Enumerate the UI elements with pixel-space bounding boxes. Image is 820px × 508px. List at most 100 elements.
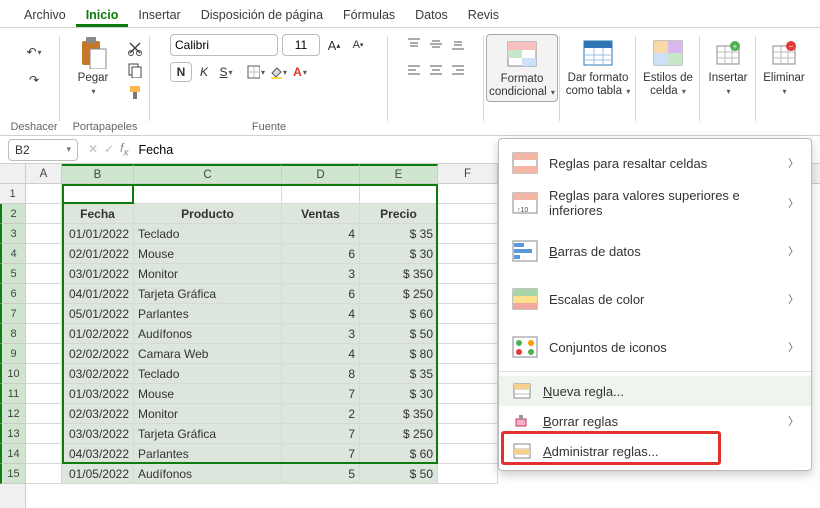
cell[interactable]: $ 50 bbox=[360, 324, 438, 344]
fill-color-button[interactable]: ▾ bbox=[268, 62, 288, 82]
cell[interactable]: 01/03/2022 bbox=[62, 384, 134, 404]
col-header[interactable]: E bbox=[360, 164, 438, 183]
cell[interactable]: $ 350 bbox=[360, 404, 438, 424]
cell-styles-button[interactable]: Estilos de celda ▾ bbox=[638, 34, 698, 100]
insert-cells-button[interactable]: + Insertar▾ bbox=[703, 34, 753, 100]
fx-button[interactable]: fx bbox=[120, 141, 128, 158]
paste-button[interactable]: Pegar▾ bbox=[65, 34, 121, 100]
cell[interactable]: $ 50 bbox=[360, 464, 438, 484]
delete-cells-button[interactable]: − Eliminar▾ bbox=[759, 34, 809, 100]
row-header[interactable]: 4 bbox=[0, 244, 25, 264]
row-header[interactable]: 11 bbox=[0, 384, 25, 404]
bold-button[interactable]: N bbox=[170, 62, 192, 82]
cell[interactable]: 04/01/2022 bbox=[62, 284, 134, 304]
cell[interactable]: 01/02/2022 bbox=[62, 324, 134, 344]
cell[interactable]: 7 bbox=[282, 424, 360, 444]
menu-highlight-rules[interactable]: Reglas para resaltar celdas〉 bbox=[499, 143, 811, 183]
cell[interactable]: 05/01/2022 bbox=[62, 304, 134, 324]
cell[interactable]: 03/01/2022 bbox=[62, 264, 134, 284]
cell[interactable]: 02/03/2022 bbox=[62, 404, 134, 424]
cell[interactable]: Mouse bbox=[134, 244, 282, 264]
cell[interactable]: Ventas bbox=[282, 204, 360, 224]
conditional-format-button[interactable]: Formato condicional ▾ bbox=[486, 34, 558, 102]
row-header[interactable]: 7 bbox=[0, 304, 25, 324]
undo-button[interactable]: ↶▾ bbox=[22, 40, 46, 64]
cell[interactable]: 6 bbox=[282, 244, 360, 264]
format-painter-button[interactable] bbox=[125, 82, 145, 102]
tab-formulas[interactable]: Fórmulas bbox=[333, 4, 405, 27]
row-header[interactable]: 10 bbox=[0, 364, 25, 384]
increase-font-button[interactable]: A▴ bbox=[324, 35, 344, 55]
menu-top-bottom-rules[interactable]: ↑10 Reglas para valores superiores e inf… bbox=[499, 183, 811, 223]
cell[interactable]: 01/01/2022 bbox=[62, 224, 134, 244]
font-size-select[interactable] bbox=[282, 34, 320, 56]
row-header[interactable]: 2 bbox=[0, 204, 25, 224]
align-left-button[interactable] bbox=[404, 60, 424, 80]
borders-button[interactable]: ▾ bbox=[246, 62, 266, 82]
menu-manage-rules[interactable]: Administrar reglas...Administrar reglas.… bbox=[499, 436, 811, 466]
cell[interactable]: Audífonos bbox=[134, 324, 282, 344]
underline-button[interactable]: S▾ bbox=[216, 62, 236, 82]
col-header[interactable]: F bbox=[438, 164, 498, 183]
cell[interactable]: 3 bbox=[282, 264, 360, 284]
menu-icon-sets[interactable]: Conjuntos de iconos〉 bbox=[499, 327, 811, 367]
copy-button[interactable] bbox=[125, 60, 145, 80]
align-center-button[interactable] bbox=[426, 60, 446, 80]
cell[interactable]: 4 bbox=[282, 344, 360, 364]
italic-button[interactable]: K bbox=[194, 62, 214, 82]
cell[interactable]: Fecha bbox=[62, 204, 134, 224]
tab-disposicion[interactable]: Disposición de página bbox=[191, 4, 333, 27]
tab-inicio[interactable]: Inicio bbox=[76, 4, 129, 27]
cell[interactable]: Teclado bbox=[134, 364, 282, 384]
cell[interactable]: $ 60 bbox=[360, 444, 438, 464]
cell[interactable]: $ 350 bbox=[360, 264, 438, 284]
decrease-font-button[interactable]: A▾ bbox=[348, 35, 368, 55]
tab-datos[interactable]: Datos bbox=[405, 4, 458, 27]
cell[interactable]: Camara Web bbox=[134, 344, 282, 364]
row-header[interactable]: 5 bbox=[0, 264, 25, 284]
cell[interactable]: $ 30 bbox=[360, 244, 438, 264]
cancel-formula-button[interactable]: ✕ bbox=[88, 142, 98, 156]
cell[interactable]: 8 bbox=[282, 364, 360, 384]
row-header[interactable]: 9 bbox=[0, 344, 25, 364]
cell[interactable]: 7 bbox=[282, 384, 360, 404]
cell[interactable]: Monitor bbox=[134, 264, 282, 284]
row-header[interactable]: 1 bbox=[0, 184, 25, 204]
align-bottom-button[interactable] bbox=[448, 34, 468, 54]
cell[interactable]: $ 80 bbox=[360, 344, 438, 364]
cell[interactable]: 03/03/2022 bbox=[62, 424, 134, 444]
row-header[interactable]: 3 bbox=[0, 224, 25, 244]
cell[interactable]: Parlantes bbox=[134, 444, 282, 464]
cell[interactable]: Mouse bbox=[134, 384, 282, 404]
font-color-button[interactable]: A▾ bbox=[290, 62, 310, 82]
cell[interactable]: $ 60 bbox=[360, 304, 438, 324]
cell[interactable]: 01/05/2022 bbox=[62, 464, 134, 484]
cell[interactable]: 02/01/2022 bbox=[62, 244, 134, 264]
cell[interactable]: $ 35 bbox=[360, 364, 438, 384]
row-header[interactable]: 8 bbox=[0, 324, 25, 344]
cut-button[interactable] bbox=[125, 38, 145, 58]
cell[interactable]: Producto bbox=[134, 204, 282, 224]
row-header[interactable]: 6 bbox=[0, 284, 25, 304]
cell[interactable]: Tarjeta Gráfica bbox=[134, 424, 282, 444]
cell[interactable]: 03/02/2022 bbox=[62, 364, 134, 384]
cell[interactable]: 04/03/2022 bbox=[62, 444, 134, 464]
font-name-select[interactable] bbox=[170, 34, 278, 56]
col-header[interactable]: D bbox=[282, 164, 360, 183]
cell[interactable]: 6 bbox=[282, 284, 360, 304]
cell[interactable]: Monitor bbox=[134, 404, 282, 424]
menu-new-rule[interactable]: Nueva regla...Nueva regla... bbox=[499, 376, 811, 406]
align-middle-button[interactable] bbox=[426, 34, 446, 54]
cell[interactable]: $ 250 bbox=[360, 284, 438, 304]
menu-color-scales[interactable]: Escalas de color〉 bbox=[499, 279, 811, 319]
name-box[interactable]: B2▾ bbox=[8, 139, 78, 161]
cell[interactable]: 2 bbox=[282, 404, 360, 424]
confirm-formula-button[interactable]: ✓ bbox=[104, 142, 114, 156]
row-header[interactable]: 15 bbox=[0, 464, 25, 484]
col-header[interactable]: C bbox=[134, 164, 282, 183]
col-header[interactable]: B bbox=[62, 164, 134, 183]
row-header[interactable]: 12 bbox=[0, 404, 25, 424]
tab-revisar[interactable]: Revis bbox=[458, 4, 509, 27]
cell[interactable]: 5 bbox=[282, 464, 360, 484]
cell[interactable]: $ 250 bbox=[360, 424, 438, 444]
